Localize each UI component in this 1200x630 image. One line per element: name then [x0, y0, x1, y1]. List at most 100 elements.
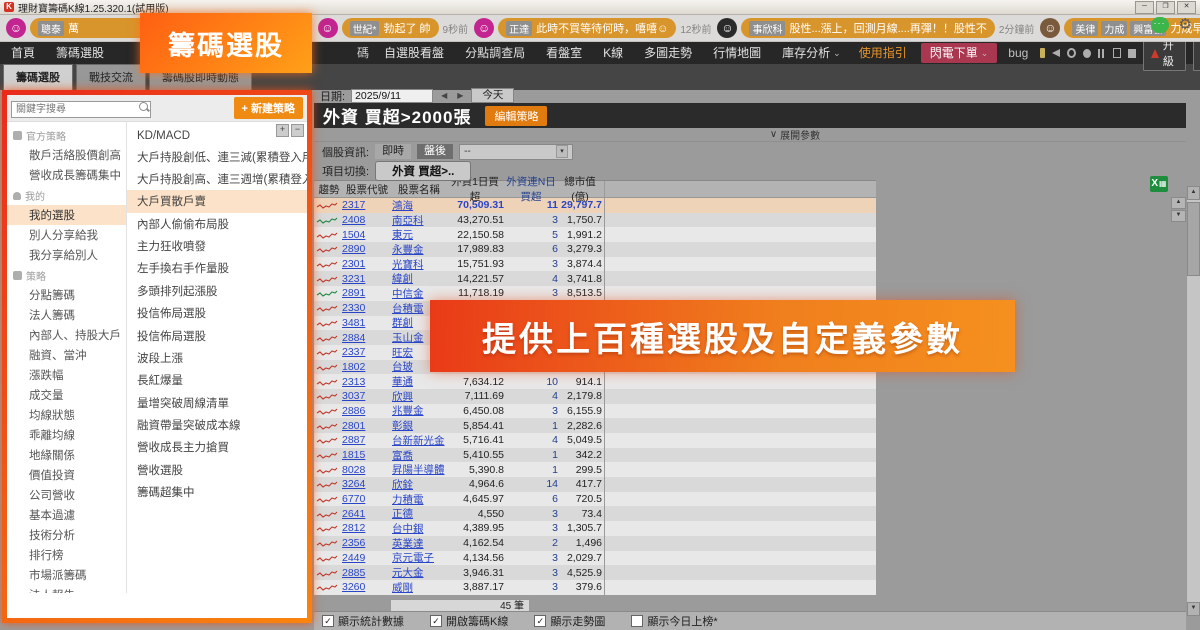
menu-item[interactable]: 庫存分析 ⌄	[773, 42, 850, 64]
stock-code-link[interactable]: 2301	[342, 258, 365, 270]
qr-code-icon[interactable]	[1113, 48, 1121, 58]
headset-icon[interactable]	[1067, 48, 1076, 58]
scroll-up-arrow[interactable]: ▲	[1187, 186, 1200, 200]
item-switch-button[interactable]: 外資 買超>..	[375, 161, 471, 181]
stock-code-link[interactable]: 2449	[342, 552, 365, 564]
strategy-list-item[interactable]: 大戶持股創高、連三週增(累積登入用)	[127, 168, 307, 190]
table-row[interactable]: 1504 東元 22,150.58 5 1,991.2	[314, 227, 876, 242]
chat-bubble-icon[interactable]	[1151, 17, 1169, 33]
workspace-tab[interactable]: 籌碼選股	[3, 64, 73, 90]
zoom-in-button[interactable]: +	[276, 124, 289, 137]
sidebar-item[interactable]: 成交量	[7, 385, 126, 405]
minimize-button[interactable]: ─	[1135, 1, 1154, 14]
sidebar-item[interactable]: 營收成長籌碼集中	[7, 165, 126, 185]
menu-item[interactable]: 碼	[354, 42, 375, 64]
table-row[interactable]: 2891 中信金 11,718.19 3 8,513.5	[314, 286, 876, 301]
menu-item[interactable]: K線	[594, 42, 635, 64]
stock-name-link[interactable]: 京元電子	[392, 552, 434, 564]
stock-code-link[interactable]: 1815	[342, 449, 365, 461]
realtime-toggle[interactable]: 即時	[375, 144, 411, 159]
stats-icon[interactable]	[1098, 49, 1106, 58]
sidebar-item[interactable]: 我的選股	[7, 205, 126, 225]
stock-name-link[interactable]: 緯創	[392, 273, 413, 285]
menu-item[interactable]: 多圖走勢	[635, 42, 704, 64]
sidebar-item[interactable]: 分點籌碼	[7, 285, 126, 305]
strategy-list-item[interactable]: 營收成長主力搶買	[127, 436, 307, 458]
stock-name-link[interactable]: 鴻海	[392, 200, 413, 212]
sidebar-item[interactable]: 別人分享給我	[7, 225, 126, 245]
stock-name-link[interactable]: 力積電	[392, 494, 424, 506]
scroll-thumb[interactable]	[1187, 202, 1200, 276]
table-row[interactable]: 1815 富喬 5,410.55 1 342.2	[314, 448, 876, 463]
table-row[interactable]: 2801 彰銀 5,854.41 1 2,282.6	[314, 418, 876, 433]
chat-message[interactable]: ☺ 世紀* 勃起了 帥 9秒前	[318, 18, 469, 38]
zoom-out-button[interactable]: −	[291, 124, 304, 137]
stock-name-link[interactable]: 富喬	[392, 450, 413, 462]
sidebar-item[interactable]: 技術分析	[7, 525, 126, 545]
display-option-checkbox[interactable]: 顯示統計數據	[322, 613, 404, 629]
export-excel-icon[interactable]: X	[1150, 176, 1168, 192]
sidebar-item[interactable]: 散戶活絡股價創高	[7, 145, 126, 165]
menu-item[interactable]: 閃電下單 ⌄	[921, 43, 998, 63]
chat-message[interactable]: ☺ 正達 此時不買等待何時，嘻嘻☺ 12秒前	[474, 18, 711, 38]
table-row[interactable]: 3037 欣興 7,111.69 4 2,179.8	[314, 389, 876, 404]
next-day-button[interactable]: ▶	[455, 91, 465, 100]
table-row[interactable]: 2885 元大金 3,946.31 3 4,525.9	[314, 565, 876, 580]
col-code[interactable]: 股票代號	[342, 182, 392, 197]
stock-name-link[interactable]: 威剛	[392, 582, 413, 594]
stock-code-link[interactable]: 3481	[342, 317, 365, 329]
phone-icon[interactable]	[1040, 48, 1045, 58]
stock-code-link[interactable]: 2641	[342, 508, 365, 520]
announcement-icon[interactable]	[1052, 49, 1060, 57]
table-row[interactable]: 2812 台中銀 4,389.95 3 1,305.7	[314, 521, 876, 536]
menu-item[interactable]: 自選股看盤	[375, 42, 456, 64]
close-button[interactable]: ✕	[1177, 1, 1196, 14]
menu-item[interactable]: 分點調查局	[456, 42, 537, 64]
strategy-list-item[interactable]: 投信佈局選股	[127, 324, 307, 346]
stock-code-link[interactable]: 2884	[342, 332, 365, 344]
stock-code-link[interactable]: 2886	[342, 405, 365, 417]
sidebar-item[interactable]: 價值投資	[7, 465, 126, 485]
stock-name-link[interactable]: 英業達	[392, 538, 424, 550]
strategy-list-item[interactable]: 主力狂收噴發	[127, 235, 307, 257]
display-option-checkbox[interactable]: 顯示今日上榜*	[631, 613, 717, 629]
col-name[interactable]: 股票名稱	[392, 182, 446, 197]
table-row[interactable]: 2887 台新新光金 5,716.41 4 5,049.5	[314, 433, 876, 448]
sidebar-item[interactable]: 內部人、持股大戶	[7, 325, 126, 345]
collapse-down-button[interactable]: ▼	[1171, 210, 1186, 222]
display-option-checkbox[interactable]: 開啟籌碼K線	[430, 613, 508, 629]
sidebar-item[interactable]: 我分享給別人	[7, 245, 126, 265]
restore-button[interactable]: ❐	[1156, 1, 1175, 14]
table-row[interactable]: 6770 力積電 4,645.97 6 720.5	[314, 492, 876, 507]
stock-name-link[interactable]: 南亞科	[392, 215, 424, 227]
stock-name-link[interactable]: 正德	[392, 508, 413, 520]
stock-code-link[interactable]: 3231	[342, 273, 365, 285]
strategy-list-item[interactable]: 大戶持股創低、連三減(累積登入用)	[127, 145, 307, 167]
table-row[interactable]: 2890 永豐金 17,989.83 6 3,279.3	[314, 242, 876, 257]
sidebar-item[interactable]: 均線狀態	[7, 405, 126, 425]
stock-code-link[interactable]: 3260	[342, 581, 365, 593]
strategy-list-item[interactable]: 波段上漲	[127, 347, 307, 369]
sidebar-item[interactable]: 市場派籌碼	[7, 565, 126, 585]
stock-code-link[interactable]: 2330	[342, 302, 365, 314]
stock-code-link[interactable]: 3264	[342, 478, 365, 490]
strategy-list-item[interactable]: 長紅爆量	[127, 369, 307, 391]
stock-code-link[interactable]: 2337	[342, 346, 365, 358]
stock-code-link[interactable]: 3037	[342, 390, 365, 402]
stock-name-link[interactable]: 台新新光金	[392, 435, 445, 447]
sidebar-item[interactable]: 公司營收	[7, 485, 126, 505]
table-row[interactable]: 3231 緯創 14,221.57 4 3,741.8	[314, 271, 876, 286]
scroll-down-arrow[interactable]: ▼	[1187, 602, 1200, 616]
stock-name-link[interactable]: 元大金	[392, 567, 424, 579]
stock-code-link[interactable]: 2812	[342, 522, 365, 534]
strategy-list-item[interactable]: 左手換右手作量股	[127, 257, 307, 279]
expand-params-toggle[interactable]: ∨ 展開參數	[314, 128, 1186, 142]
stock-name-link[interactable]: 群創	[392, 317, 413, 329]
collapse-up-button[interactable]: ▲	[1171, 197, 1186, 209]
search-input[interactable]	[11, 101, 151, 118]
table-row[interactable]: 2317 鴻海 70,509.31 11 29,797.7	[314, 198, 876, 213]
stock-name-link[interactable]: 欣銓	[392, 479, 413, 491]
table-row[interactable]: 3260 威剛 3,887.17 3 379.6	[314, 580, 876, 595]
stock-name-link[interactable]: 永豐金	[392, 244, 424, 256]
sidebar-item[interactable]: 漲跌幅	[7, 365, 126, 385]
